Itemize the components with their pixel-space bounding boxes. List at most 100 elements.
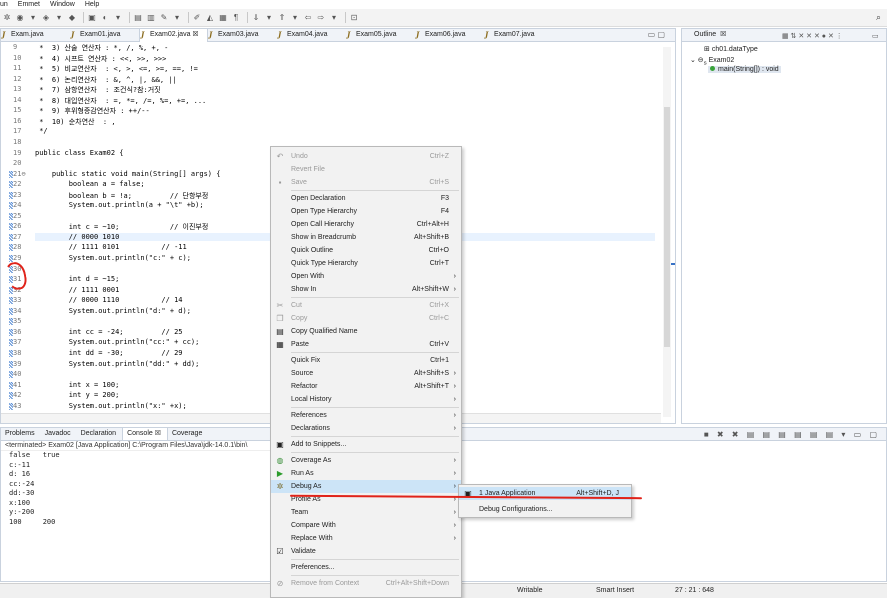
show-whitespace-icon[interactable]: ¶: [231, 13, 241, 23]
tab-exam[interactable]: Exam.java: [1, 29, 70, 42]
code-line[interactable]: * 3) 산술 연산자 : *, /, %, +, -: [35, 43, 168, 53]
menu-item-quick-type-hierarchy[interactable]: Quick Type Hierarchy Ctrl+T: [271, 257, 461, 270]
forward-icon[interactable]: ⇨: [316, 13, 326, 23]
code-line[interactable]: // 1111 0101 // -11: [35, 243, 187, 251]
code-line[interactable]: public static void main(String[] args) {: [35, 170, 221, 178]
tab-exam04[interactable]: Exam04.java: [277, 29, 346, 42]
word-wrap-icon[interactable]: ◭: [205, 13, 215, 23]
code-line[interactable]: * 5) 비교연산자 : <, >, <=, >=, ==, !=: [35, 64, 198, 74]
menu-item-save[interactable]: ▪ Save Ctrl+S: [271, 176, 461, 189]
code-line[interactable]: System.out.println("cc:" + cc);: [35, 338, 200, 346]
new-wizard-icon[interactable]: ◈: [41, 13, 51, 23]
menu-item-show-in[interactable]: Show In Alt+Shift+W ›: [271, 283, 461, 296]
search-icon[interactable]: ⌕: [876, 12, 881, 23]
back-icon[interactable]: ⇦: [303, 13, 313, 23]
dropdown-icon[interactable]: ▾: [28, 13, 38, 23]
tab-problems[interactable]: Problems: [1, 428, 41, 440]
close-icon[interactable]: ☒: [192, 31, 198, 38]
menu-item-revert-file[interactable]: Revert File: [271, 163, 461, 176]
dropdown-icon[interactable]: ▾: [290, 13, 300, 23]
code-line[interactable]: System.out.println(a + "\t" +b);: [35, 201, 204, 209]
code-line[interactable]: System.out.println("dd:" + dd);: [35, 360, 200, 368]
outline-toolbar-icons[interactable]: ▦ ⇅ ✕ ✕ ✕ ● ✕ ⋮: [782, 31, 843, 43]
menu-item-declarations[interactable]: Declarations ›: [271, 422, 461, 435]
minimize-icon[interactable]: ▭: [872, 31, 879, 43]
menu-item-open-type-hierarchy[interactable]: Open Type Hierarchy F4: [271, 205, 461, 218]
menu-item-add-to-snippets[interactable]: ▣ Add to Snippets...: [271, 438, 461, 451]
menu-item-quick-outline[interactable]: Quick Outline Ctrl+O: [271, 244, 461, 257]
tab-exam05[interactable]: Exam05.java: [346, 29, 415, 42]
menu-item-cut[interactable]: ✂ Cut Ctrl+X: [271, 299, 461, 312]
menu-item-copy-qualified-name[interactable]: ▤ Copy Qualified Name: [271, 325, 461, 338]
tab-exam06[interactable]: Exam06.java: [415, 29, 484, 42]
code-line[interactable]: * 6) 논리연산자 : &, ^, |, &&, ||: [35, 75, 177, 85]
menu-item-run-as[interactable]: ▶ Run As ›: [271, 467, 461, 480]
menu-item-replace-with[interactable]: Replace With ›: [271, 532, 461, 545]
code-line[interactable]: int d = ~15;: [35, 275, 120, 283]
menu-emmet[interactable]: Emmet: [18, 1, 40, 8]
prev-annotation-icon[interactable]: ⇑: [277, 13, 287, 23]
menu-item-show-in-breadcrumb[interactable]: Show in Breadcrumb Alt+Shift+B: [271, 231, 461, 244]
code-line[interactable]: * 8) 대입연산자 : =, *=, /=, %=, +=, ...: [35, 96, 206, 106]
dropdown-icon[interactable]: ▾: [264, 13, 274, 23]
dropdown-icon[interactable]: ▾: [54, 13, 64, 23]
code-line[interactable]: int c = ~10; // 이진부정: [35, 222, 209, 232]
scroll-thumb[interactable]: [664, 107, 670, 347]
menu-window[interactable]: Window: [50, 1, 75, 8]
tab-javadoc[interactable]: Javadoc: [41, 428, 77, 440]
menu-item-source[interactable]: Source Alt+Shift+S ›: [271, 367, 461, 380]
code-line[interactable]: public class Exam02 {: [35, 149, 124, 157]
code-line[interactable]: * 9) 후위형증감연산자 : ++/--: [35, 106, 150, 116]
menu-item-refactor[interactable]: Refactor Alt+Shift+T ›: [271, 380, 461, 393]
tab-exam03[interactable]: Exam03.java: [208, 29, 277, 42]
close-icon[interactable]: ☒: [720, 31, 726, 38]
code-line[interactable]: * 10) 순차연산 : ,: [35, 117, 115, 127]
menu-run[interactable]: un: [0, 1, 8, 8]
code-line[interactable]: */: [35, 127, 47, 135]
menu-item-preferences[interactable]: Preferences...: [271, 561, 461, 574]
tab-exam01[interactable]: Exam01.java: [70, 29, 139, 42]
code-line[interactable]: // 1111 0001: [35, 286, 120, 294]
menu-item-remove-from-context[interactable]: ⊘ Remove from Context Ctrl+Alt+Shift+Down: [271, 577, 461, 590]
menu-item-undo[interactable]: ↶ Undo Ctrl+Z: [271, 150, 461, 163]
menu-item-references[interactable]: References ›: [271, 409, 461, 422]
tab-coverage[interactable]: Coverage: [168, 428, 208, 440]
dropdown-icon[interactable]: ▾: [172, 13, 182, 23]
run-target-icon[interactable]: ◉: [15, 13, 25, 23]
menu-item-debug-configurations[interactable]: Debug Configurations...: [459, 503, 631, 516]
code-line[interactable]: int x = 100;: [35, 381, 120, 389]
brush-icon[interactable]: ✎: [159, 13, 169, 23]
next-annotation-icon[interactable]: ⇓: [251, 13, 261, 23]
overview-ruler-marker[interactable]: [671, 263, 675, 265]
code-line[interactable]: boolean b = !a; // 단항부정: [35, 191, 209, 201]
menu-item-open-call-hierarchy[interactable]: Open Call Hierarchy Ctrl+Alt+H: [271, 218, 461, 231]
open-folder-icon[interactable]: ▤: [133, 13, 143, 23]
settings-icon[interactable]: ✲: [2, 13, 12, 23]
menu-item-local-history[interactable]: Local History ›: [271, 393, 461, 406]
code-line[interactable]: System.out.println("c:" + c);: [35, 254, 191, 262]
code-line[interactable]: // 0000 1110 // 14: [35, 296, 183, 304]
mark-occurrences-icon[interactable]: ✐: [192, 13, 202, 23]
outline-class[interactable]: ⌄ ⊖s Exam02: [690, 56, 734, 66]
block-select-icon[interactable]: ▦: [218, 13, 228, 23]
outline-package[interactable]: ⊞ ch01.dataType: [704, 45, 758, 53]
open-task-icon[interactable]: ▥: [146, 13, 156, 23]
menu-item-debug-as[interactable]: ✲ Debug As ›: [271, 480, 461, 493]
code-line[interactable]: boolean a = false;: [35, 180, 145, 188]
outline-method[interactable]: main(String[]) : void: [708, 66, 781, 73]
pin-editor-icon[interactable]: ⊡: [349, 13, 359, 23]
editor-vertical-scrollbar[interactable]: [663, 47, 671, 417]
menu-item-copy[interactable]: ❐ Copy Ctrl+C: [271, 312, 461, 325]
tab-console[interactable]: Console ☒: [122, 428, 168, 440]
menu-item-compare-with[interactable]: Compare With ›: [271, 519, 461, 532]
console-toolbar-icons[interactable]: ■ ✖ ✖ ▤ ▤ ▤ ▤ ▤ ▤ ▾ ▭ ▢: [704, 430, 880, 439]
new-icon[interactable]: ◐: [100, 13, 110, 23]
code-line[interactable]: * 7) 삼항연산자 : 조건식?참:거짓: [35, 85, 160, 95]
menu-item-quick-fix[interactable]: Quick Fix Ctrl+1: [271, 354, 461, 367]
code-line[interactable]: * 4) 시프트 연산자 : <<, >>, >>>: [35, 54, 166, 64]
tab-exam02[interactable]: Exam02.java ☒: [139, 29, 208, 42]
tab-exam07[interactable]: Exam07.java: [484, 29, 553, 42]
menu-help[interactable]: Help: [85, 1, 99, 8]
menu-item-validate[interactable]: ☑ Validate: [271, 545, 461, 558]
menu-item-open-declaration[interactable]: Open Declaration F3: [271, 192, 461, 205]
